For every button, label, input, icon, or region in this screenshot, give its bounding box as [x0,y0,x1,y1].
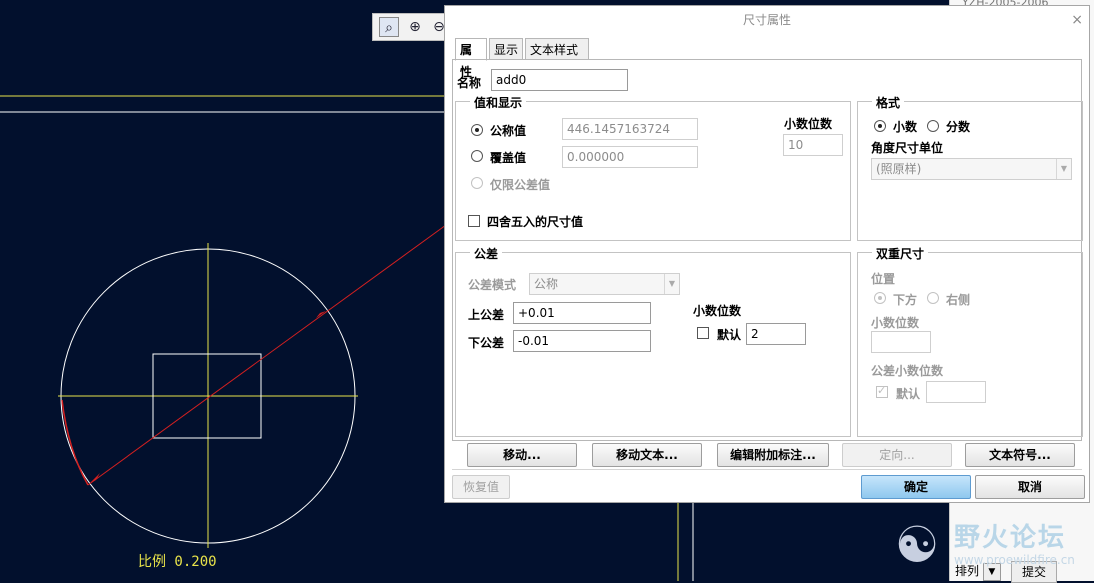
move-button[interactable]: 移动... [467,443,577,467]
value-decimals-label: 小数位数 [784,117,833,131]
dual-position-label: 位置 [871,272,896,286]
dual-default-label: 默认 [896,387,921,401]
dual-default-checkbox[interactable] [876,384,888,398]
tab-display[interactable]: 显示 [489,38,523,60]
override-value-label: 覆盖值 [490,151,527,165]
diameter-dimension-line [87,224,447,486]
override-value-field[interactable]: 0.000000 [562,146,698,168]
nominal-value-field[interactable]: 446.1457163724 [562,118,698,140]
tab-text-style[interactable]: 文本样式 [525,38,589,60]
override-value-radio[interactable] [471,150,483,162]
dimension-arc-witness [61,399,89,486]
format-title: 格式 [872,94,905,111]
tolerance-mode-label: 公差模式 [468,278,517,292]
decimal-format-radio[interactable] [874,120,886,132]
value-decimals-field[interactable]: 10 [783,134,843,156]
scale-label: 比例 0.200 [138,554,217,570]
rounded-value-checkbox[interactable] [468,215,480,227]
tolerance-default-checkbox[interactable] [697,327,709,339]
upper-tolerance-input[interactable]: +0.01 [513,302,651,324]
chevron-down-icon: ▼ [664,274,679,294]
upper-tolerance-label: 上公差 [468,308,505,322]
lower-tolerance-input[interactable]: -0.01 [513,330,651,352]
format-group: 格式 小数 分数 角度尺寸单位 (照原样) ▼ [857,94,1083,241]
sort-select[interactable]: 排列 ▼ [955,561,1005,581]
tolerance-decimals-input[interactable]: 2 [746,323,806,345]
dialog-titlebar[interactable]: 尺寸属性 × [445,6,1089,34]
dimension-properties-dialog: 尺寸属性 × 属性 显示 文本样式 名称 add0 值和显示 公称值 446.1… [444,5,1090,503]
dual-decimals-input[interactable] [871,331,931,353]
fraction-format-radio[interactable] [927,120,939,132]
dual-dimension-group: 双重尺寸 位置 下方 右侧 小数位数 公差小数位数 默认 [857,245,1083,437]
dual-tol-decimals-input[interactable] [926,381,986,403]
decimal-format-label: 小数 [893,120,918,134]
dual-decimals-label: 小数位数 [871,316,920,330]
value-display-group: 值和显示 公称值 446.1457163724 覆盖值 0.000000 仅限公… [455,94,851,241]
tolerance-group: 公差 公差模式 公称 ▼ 上公差 +0.01 下公差 -0.01 小数位数 默认… [455,245,851,437]
text-symbol-button[interactable]: 文本符号... [965,443,1075,467]
fraction-format-label: 分数 [946,120,971,134]
move-text-button[interactable]: 移动文本... [592,443,702,467]
angle-unit-label: 角度尺寸单位 [871,141,944,155]
tolerance-decimals-label: 小数位数 [693,304,742,318]
dual-right-radio[interactable] [927,292,939,304]
zoom-toolbar: ⌕ ⊕ ⊖ [372,13,448,41]
zoom-in-icon[interactable]: ⊕ [405,17,425,37]
orient-button[interactable]: 定向... [842,443,952,467]
dual-below-label: 下方 [893,293,918,307]
nominal-value-label: 公称值 [490,124,527,138]
tolerance-only-label: 仅限公差值 [490,178,551,192]
tolerance-only-radio[interactable] [471,177,483,189]
dialog-footer-separator [452,469,1082,470]
restore-values-button[interactable]: 恢复值 [452,475,510,499]
nominal-value-radio[interactable] [471,124,483,136]
properties-tab-panel: 名称 add0 值和显示 公称值 446.1457163724 覆盖值 0.00… [452,59,1083,441]
lower-tolerance-label: 下公差 [468,336,505,350]
dual-dimension-title: 双重尺寸 [872,245,929,262]
name-input[interactable]: add0 [491,69,628,91]
dual-below-radio[interactable] [874,292,886,304]
dimension-arrow-lower [90,473,100,483]
dual-tol-decimals-label: 公差小数位数 [871,364,944,378]
dialog-title: 尺寸属性 [742,13,791,27]
value-display-title: 值和显示 [470,94,527,111]
zoom-fit-icon[interactable]: ⌕ [379,17,399,37]
close-icon[interactable]: × [1071,6,1083,34]
tolerance-mode-select[interactable]: 公称 ▼ [529,273,680,295]
name-label: 名称 [457,76,482,90]
sort-label: 排列 [955,564,980,578]
tolerance-mode-value: 公称 [534,277,559,291]
tolerance-title: 公差 [470,245,503,262]
chevron-down-icon: ▼ [1056,159,1071,179]
tab-properties[interactable]: 属性 [455,38,487,79]
cancel-button[interactable]: 取消 [975,475,1085,499]
angle-unit-value: (照原样) [876,162,922,176]
ok-button[interactable]: 确定 [861,475,971,499]
chevron-down-icon[interactable]: ▼ [982,562,1001,581]
submit-button[interactable]: 提交 [1011,561,1057,583]
edit-attached-note-button[interactable]: 编辑附加标注... [717,443,829,467]
dimension-arrow-upper [316,311,326,318]
tolerance-default-label: 默认 [717,328,742,342]
angle-unit-select[interactable]: (照原样) ▼ [871,158,1072,180]
rounded-value-label: 四舍五入的尺寸值 [487,215,584,229]
dual-right-label: 右侧 [946,293,971,307]
